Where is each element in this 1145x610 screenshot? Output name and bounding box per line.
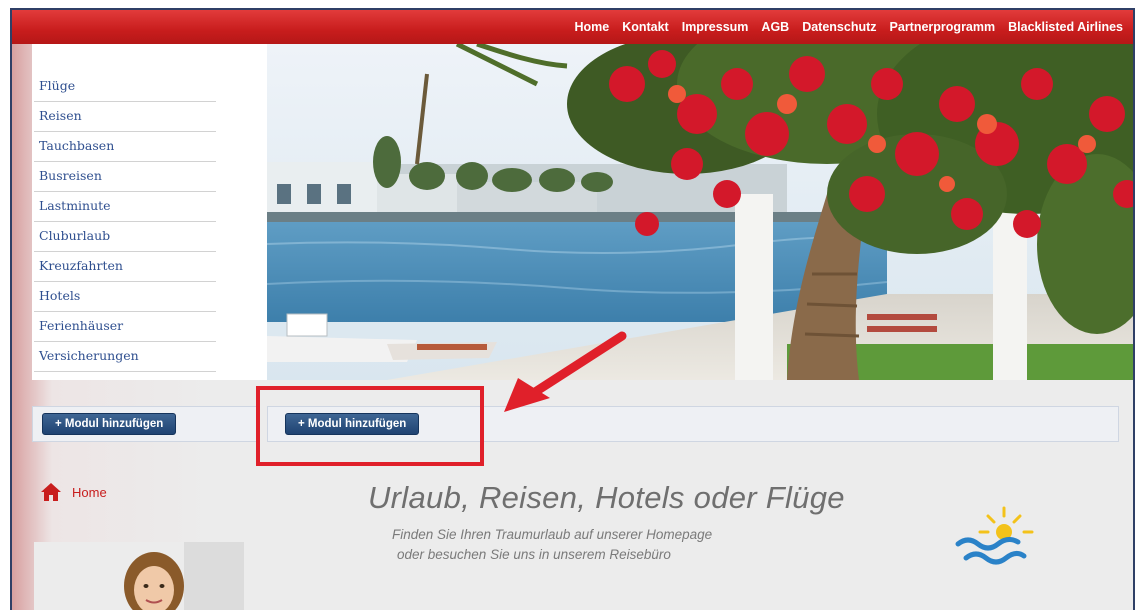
nav-agb-link[interactable]: AGB	[761, 20, 789, 34]
sidebar-item-lastminute[interactable]: Lastminute	[34, 192, 216, 222]
sidebar-item-ferienhaeuser[interactable]: Ferienhäuser	[34, 312, 216, 342]
page-subline-1: Finden Sie Ihren Traumurlaub auf unserer…	[392, 527, 713, 542]
module-bar-left: + Modul hinzufügen	[32, 406, 258, 442]
sidebar-menu: Flüge Reisen Tauchbasen Busreisen Lastmi…	[34, 72, 216, 372]
staff-photo	[34, 542, 262, 610]
nav-kontakt-link[interactable]: Kontakt	[622, 20, 669, 34]
sidebar-item-busreisen[interactable]: Busreisen	[34, 162, 216, 192]
page-frame: Home Kontakt Impressum AGB Datenschutz P…	[10, 8, 1135, 610]
nav-impressum-link[interactable]: Impressum	[682, 20, 749, 34]
sun-wave-logo-icon	[955, 506, 1034, 565]
sidebar-item-hotels[interactable]: Hotels	[34, 282, 216, 312]
sidebar-item-kreuzfahrten[interactable]: Kreuzfahrten	[34, 252, 216, 282]
sidebar-item-fluege[interactable]: Flüge	[34, 72, 216, 102]
nav-home-link[interactable]: Home	[574, 20, 609, 34]
top-nav-bar: Home Kontakt Impressum AGB Datenschutz P…	[12, 10, 1133, 44]
sidebar-item-reisen[interactable]: Reisen	[34, 102, 216, 132]
breadcrumb-home-label: Home	[72, 484, 107, 500]
page-subline-2: oder besuchen Sie uns in unserem Reisebü…	[397, 547, 671, 562]
page-headline: Urlaub, Reisen, Hotels oder Flüge	[368, 480, 845, 515]
arrow-annotation-icon	[504, 331, 627, 412]
home-icon	[41, 483, 61, 501]
nav-datenschutz-link[interactable]: Datenschutz	[802, 20, 876, 34]
nav-blacklisted-airlines-link[interactable]: Blacklisted Airlines	[1008, 20, 1123, 34]
breadcrumb-home[interactable]: Home	[40, 482, 107, 502]
nav-partnerprogramm-link[interactable]: Partnerprogramm	[890, 20, 996, 34]
highlight-box	[256, 386, 484, 466]
add-module-button-left[interactable]: + Modul hinzufügen	[42, 413, 177, 435]
sidebar-item-cluburlaub[interactable]: Cluburlaub	[34, 222, 216, 252]
sidebar-item-tauchbasen[interactable]: Tauchbasen	[34, 132, 216, 162]
sidebar-item-versicherungen[interactable]: Versicherungen	[34, 342, 216, 372]
hero-image	[267, 44, 1133, 380]
